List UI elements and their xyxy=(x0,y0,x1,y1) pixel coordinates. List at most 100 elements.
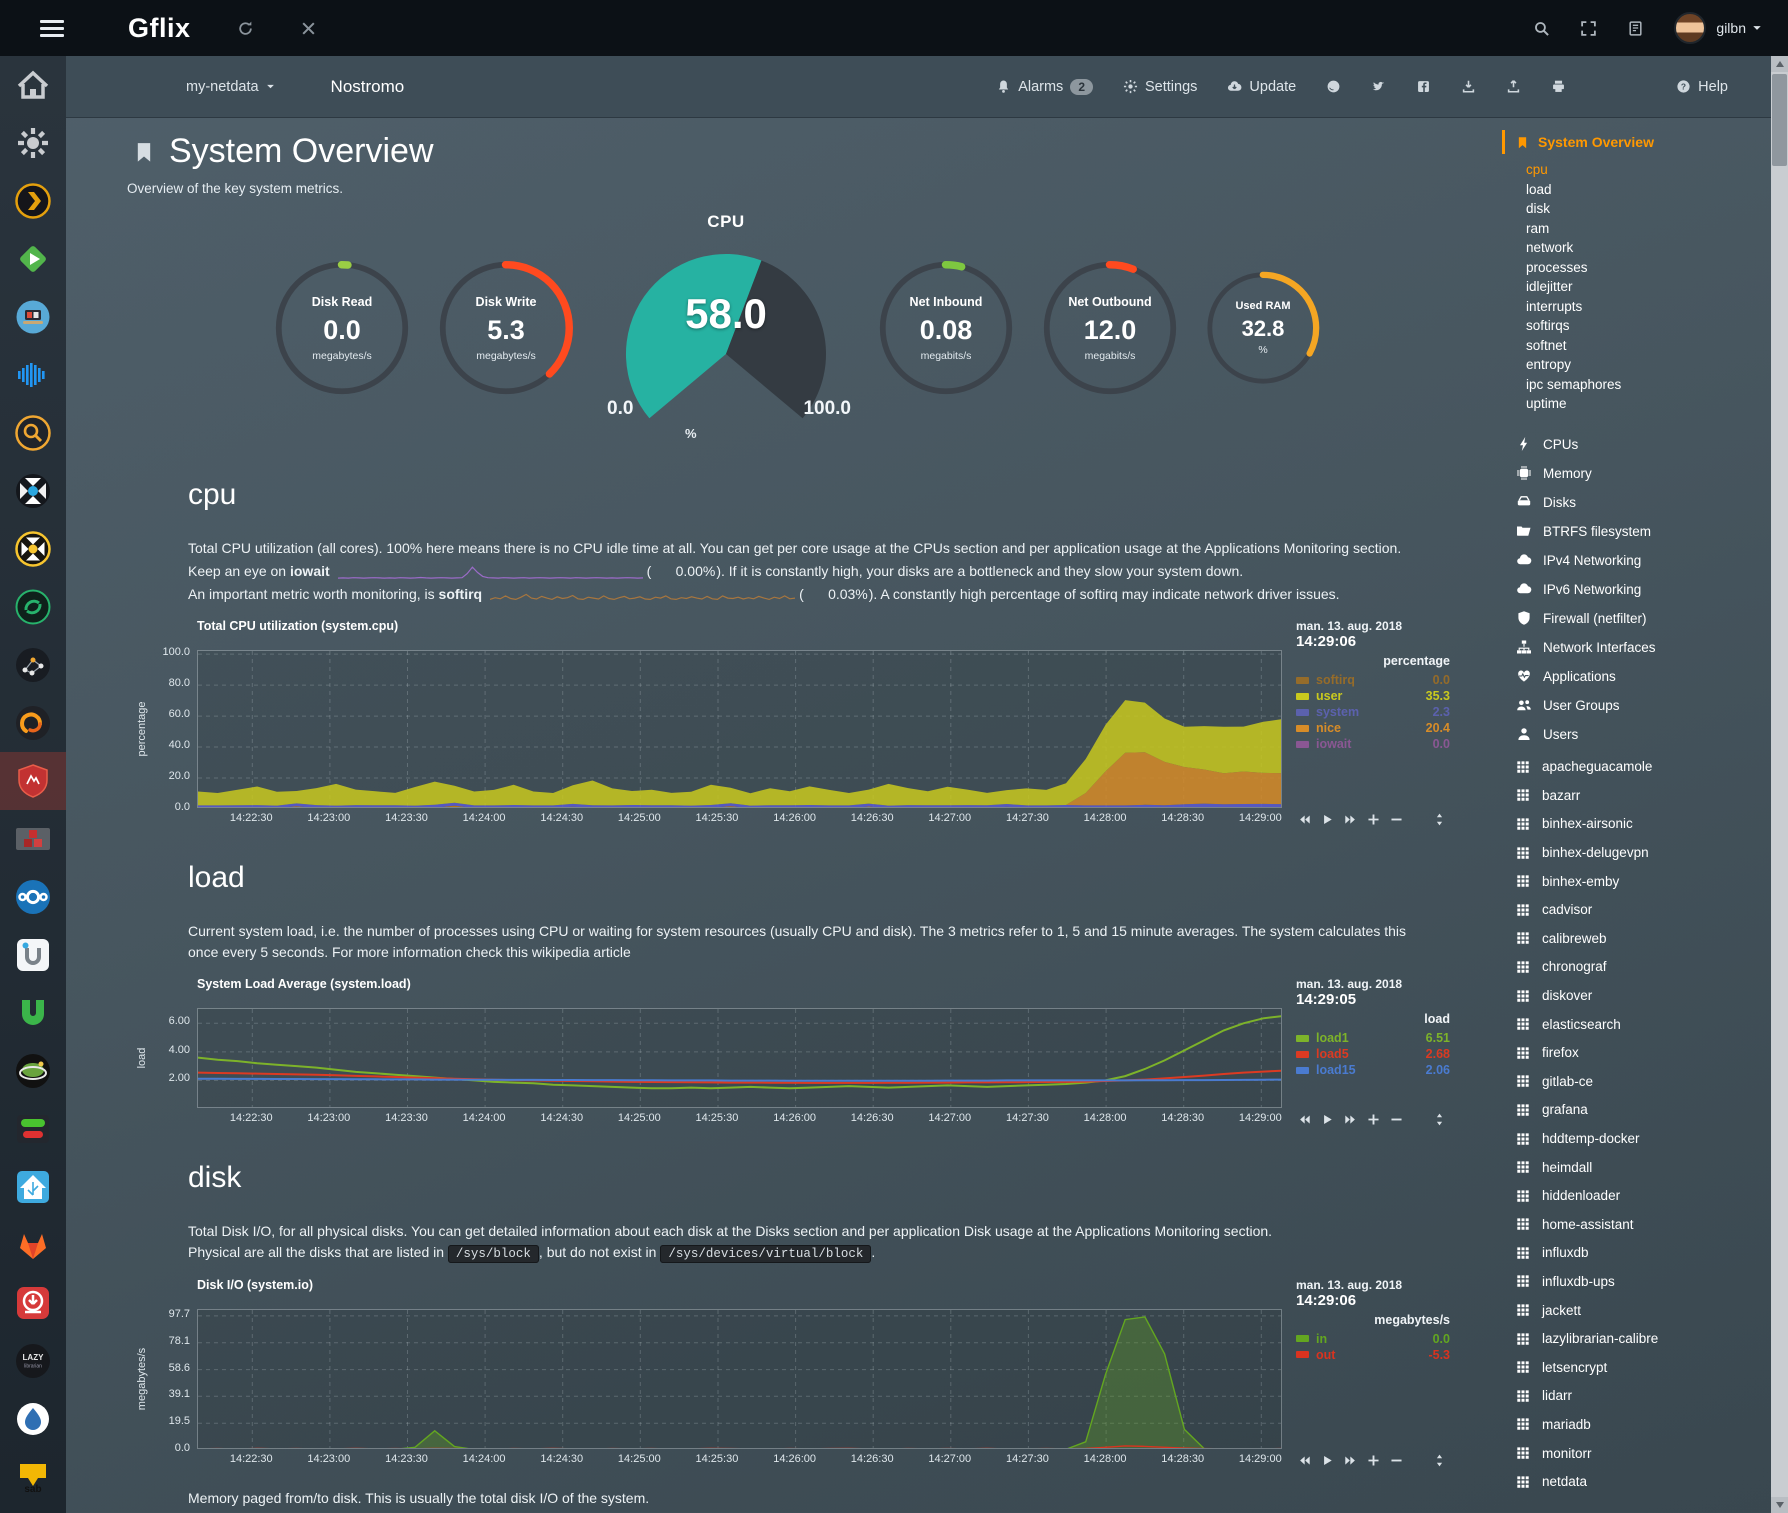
toc-app-binhex-delugevpn[interactable]: binhex-delugevpn xyxy=(1516,838,1770,867)
toc-item-cpu[interactable]: cpu xyxy=(1526,160,1770,180)
toc-app-lazylibrarian-calibre[interactable]: lazylibrarian-calibre xyxy=(1516,1324,1770,1353)
toc-item-softirqs[interactable]: softirqs xyxy=(1526,316,1770,336)
toc-item-processes[interactable]: processes xyxy=(1526,258,1770,278)
toc-section-users[interactable]: Users xyxy=(1516,720,1770,749)
net-outbound-gauge[interactable]: Net Outbound 12.0 megabits/s xyxy=(1041,259,1179,397)
legend-item-softirq[interactable]: softirq0.0 xyxy=(1296,672,1450,688)
toc-section-system-overview[interactable]: System Overview xyxy=(1502,130,1770,154)
facebook-icon[interactable] xyxy=(1416,79,1431,94)
toc-app-monitorr[interactable]: monitorr xyxy=(1516,1439,1770,1468)
sidebar-item-home-assistant[interactable] xyxy=(0,1158,66,1216)
chart-plot-area[interactable] xyxy=(197,1008,1282,1108)
settings-button[interactable]: Settings xyxy=(1123,79,1197,95)
help-button[interactable]: ? Help xyxy=(1676,79,1728,95)
sidebar-item-app-green-u[interactable] xyxy=(0,984,66,1042)
toc-app-apacheguacamole[interactable]: apacheguacamole xyxy=(1516,753,1770,782)
toc-item-idlejitter[interactable]: idlejitter xyxy=(1526,277,1770,297)
toc-app-cadvisor[interactable]: cadvisor xyxy=(1516,895,1770,924)
toc-app-jackett[interactable]: jackett xyxy=(1516,1296,1770,1325)
sidebar-item-emby[interactable] xyxy=(0,230,66,288)
toc-section-applications[interactable]: Applications xyxy=(1516,662,1770,691)
chart-play-button[interactable] xyxy=(1321,813,1334,826)
toc-app-diskover[interactable]: diskover xyxy=(1516,981,1770,1010)
toc-section-btrfs-filesystem[interactable]: BTRFS filesystem xyxy=(1516,517,1770,546)
legend-item-in[interactable]: in0.0 xyxy=(1296,1331,1450,1347)
chart-forward-button[interactable] xyxy=(1344,813,1357,826)
scrollbar[interactable] xyxy=(1771,56,1788,1513)
chart-resize-handle[interactable] xyxy=(1433,1454,1446,1467)
legend-item-out[interactable]: out-5.3 xyxy=(1296,1347,1450,1363)
chart-resize-handle[interactable] xyxy=(1433,813,1446,826)
sidebar-item-settings[interactable] xyxy=(0,114,66,172)
avatar[interactable] xyxy=(1674,12,1706,44)
chart-forward-button[interactable] xyxy=(1344,1113,1357,1126)
toc-item-load[interactable]: load xyxy=(1526,180,1770,200)
update-button[interactable]: Update xyxy=(1227,79,1296,95)
sidebar-item-monitorr[interactable] xyxy=(0,1100,66,1158)
legend-item-load5[interactable]: load52.68 xyxy=(1296,1046,1450,1062)
chart-play-button[interactable] xyxy=(1321,1454,1334,1467)
chart-rewind-button[interactable] xyxy=(1298,1113,1311,1126)
toc-section-firewall-netfilter-[interactable]: Firewall (netfilter) xyxy=(1516,604,1770,633)
toc-app-influxdb-ups[interactable]: influxdb-ups xyxy=(1516,1267,1770,1296)
github-icon[interactable] xyxy=(1326,79,1341,94)
chart-zoom-in-button[interactable] xyxy=(1367,813,1380,826)
toc-app-binhex-emby[interactable]: binhex-emby xyxy=(1516,867,1770,896)
net-inbound-gauge[interactable]: Net Inbound 0.08 megabits/s xyxy=(877,259,1015,397)
sidebar-item-lazylibrarian[interactable]: LAZYlibrarian xyxy=(0,1332,66,1390)
twitter-icon[interactable] xyxy=(1371,79,1386,94)
scrollbar-up-arrow[interactable] xyxy=(1771,56,1788,72)
sidebar-item-home[interactable] xyxy=(0,56,66,114)
toc-app-elasticsearch[interactable]: elasticsearch xyxy=(1516,1010,1770,1039)
toc-app-binhex-airsonic[interactable]: binhex-airsonic xyxy=(1516,810,1770,839)
toc-section-user-groups[interactable]: User Groups xyxy=(1516,691,1770,720)
legend-item-load1[interactable]: load16.51 xyxy=(1296,1030,1450,1046)
sidebar-item-unifi[interactable] xyxy=(0,926,66,984)
sidebar-item-app-pinwheel[interactable] xyxy=(0,462,66,520)
sidebar-item-plex[interactable] xyxy=(0,172,66,230)
toc-app-letsencrypt[interactable]: letsencrypt xyxy=(1516,1353,1770,1382)
sidebar-item-gitlab[interactable] xyxy=(0,1216,66,1274)
toc-app-home-assistant[interactable]: home-assistant xyxy=(1516,1210,1770,1239)
toc-section-ipv4-networking[interactable]: IPv4 Networking xyxy=(1516,546,1770,575)
toc-app-hiddenloader[interactable]: hiddenloader xyxy=(1516,1181,1770,1210)
toc-item-ram[interactable]: ram xyxy=(1526,219,1770,239)
toc-item-network[interactable]: network xyxy=(1526,238,1770,258)
chart-plot-area[interactable] xyxy=(197,650,1282,808)
used-ram-gauge[interactable]: Used RAM 32.8 % xyxy=(1205,270,1321,386)
chart-play-button[interactable] xyxy=(1321,1113,1334,1126)
user-menu[interactable]: gilbn xyxy=(1716,20,1762,36)
toc-app-calibreweb[interactable]: calibreweb xyxy=(1516,924,1770,953)
scrollbar-thumb[interactable] xyxy=(1772,74,1787,166)
alarms-button[interactable]: Alarms 2 xyxy=(996,79,1093,95)
toc-section-network-interfaces[interactable]: Network Interfaces xyxy=(1516,633,1770,662)
chart-zoom-out-button[interactable] xyxy=(1390,1113,1403,1126)
sidebar-item-tautulli[interactable] xyxy=(0,288,66,346)
sidebar-item-app-red-cubes[interactable] xyxy=(0,810,66,868)
sidebar-item-airsonic[interactable] xyxy=(0,346,66,404)
legend-item-nice[interactable]: nice20.4 xyxy=(1296,720,1450,736)
toc-item-uptime[interactable]: uptime xyxy=(1526,394,1770,414)
chart-zoom-out-button[interactable] xyxy=(1390,813,1403,826)
sidebar-item-nextcloud[interactable] xyxy=(0,868,66,926)
disk-read-gauge[interactable]: Disk Read 0.0 megabytes/s xyxy=(273,259,411,397)
toc-app-mariadb[interactable]: mariadb xyxy=(1516,1410,1770,1439)
fullscreen-icon[interactable] xyxy=(1580,20,1597,37)
export-snapshot-icon[interactable] xyxy=(1461,79,1476,94)
chart-plot-area[interactable] xyxy=(197,1309,1282,1449)
toc-app-chronograf[interactable]: chronograf xyxy=(1516,953,1770,982)
hamburger-menu-icon[interactable] xyxy=(40,20,64,37)
sidebar-item-app-node-graph[interactable] xyxy=(0,636,66,694)
chart-zoom-out-button[interactable] xyxy=(1390,1454,1403,1467)
toc-app-netdata[interactable]: netdata xyxy=(1516,1467,1770,1496)
sidebar-item-sabnzbd[interactable]: sab xyxy=(0,1448,66,1506)
toc-item-interrupts[interactable]: interrupts xyxy=(1526,297,1770,317)
sidebar-item-diskover[interactable] xyxy=(0,404,66,462)
toc-item-disk[interactable]: disk xyxy=(1526,199,1770,219)
sidebar-item-youtube-dl[interactable] xyxy=(0,1274,66,1332)
chart-zoom-in-button[interactable] xyxy=(1367,1454,1380,1467)
sidebar-item-app-x-circle[interactable] xyxy=(0,520,66,578)
chart-rewind-button[interactable] xyxy=(1298,1454,1311,1467)
toc-section-ipv6-networking[interactable]: IPv6 Networking xyxy=(1516,575,1770,604)
chart-forward-button[interactable] xyxy=(1344,1454,1357,1467)
